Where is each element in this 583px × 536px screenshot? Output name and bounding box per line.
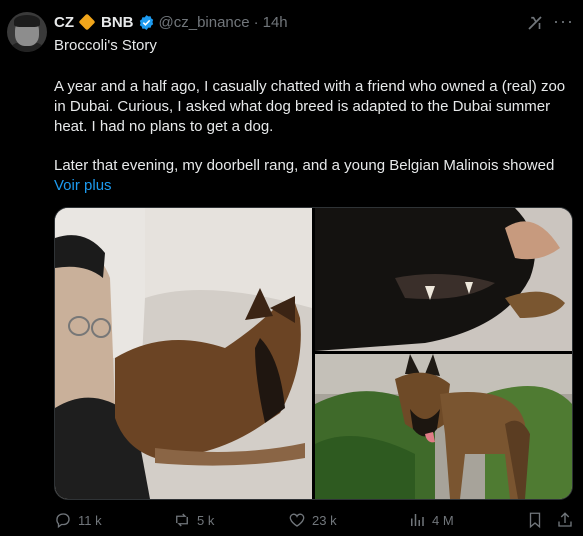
- views-icon: [411, 514, 424, 526]
- tweet-paragraph-1: A year and a half ago, I casually chatte…: [54, 78, 566, 135]
- reply-count: 11 k: [78, 512, 102, 528]
- timestamp[interactable]: 14h: [263, 14, 288, 31]
- action-bar: 11 k 5 k 23 k 4 M: [0, 511, 583, 531]
- tweet-title: Broccoli's Story: [54, 37, 157, 54]
- like-icon: [289, 513, 305, 527]
- reply-button[interactable]: 11 k: [54, 511, 102, 529]
- share-icon: [558, 512, 572, 527]
- media-grid: [54, 207, 573, 500]
- reply-icon: [56, 513, 70, 529]
- more-icon[interactable]: ···: [553, 12, 573, 32]
- show-more-link[interactable]: Voir plus: [54, 177, 112, 194]
- views-button[interactable]: 4 M: [408, 511, 454, 529]
- bnb-diamond-icon: [78, 13, 96, 31]
- author-handle[interactable]: @cz_binance: [159, 14, 250, 31]
- bookmark-button[interactable]: [526, 511, 550, 529]
- views-count: 4 M: [432, 512, 454, 528]
- author-name[interactable]: CZ: [54, 14, 74, 31]
- tweet-paragraph-2: Later that evening, my doorbell rang, an…: [54, 157, 555, 174]
- photo-man-with-dog[interactable]: [55, 208, 312, 499]
- avatar[interactable]: [7, 12, 47, 52]
- author-affiliation[interactable]: BNB: [101, 14, 134, 31]
- separator-dot: ·: [253, 13, 259, 31]
- repost-count: 5 k: [197, 512, 215, 528]
- like-count: 23 k: [312, 512, 337, 528]
- repost-icon: [176, 513, 188, 527]
- bookmark-icon: [529, 512, 541, 529]
- grok-icon[interactable]: [526, 14, 544, 32]
- verified-badge-icon: [139, 14, 153, 30]
- tweet[interactable]: CZ BNB @cz_binance · 14h ··· Broccoli's …: [0, 0, 583, 536]
- photo-dog-garden[interactable]: [315, 354, 572, 499]
- share-button[interactable]: [556, 511, 580, 529]
- photo-dog-teeth[interactable]: [315, 208, 572, 351]
- like-button[interactable]: 23 k: [288, 511, 337, 529]
- repost-button[interactable]: 5 k: [173, 511, 214, 529]
- tweet-header: CZ BNB @cz_binance · 14h: [54, 12, 288, 32]
